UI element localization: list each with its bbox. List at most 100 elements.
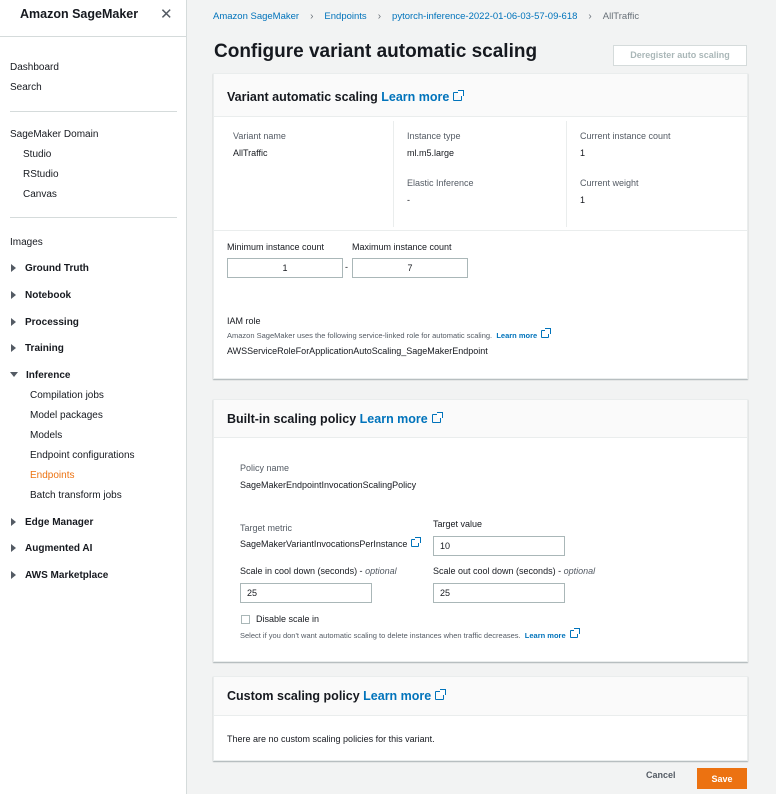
caret-right-icon [11, 571, 16, 579]
max-instance-count-label: Maximum instance count [352, 242, 452, 252]
sidebar-group-label: Notebook [25, 290, 72, 301]
card-title: Variant automatic scaling Learn more [227, 90, 465, 104]
target-metric-label: Target metric [240, 523, 293, 533]
sidebar-item-rstudio[interactable]: RStudio [23, 169, 59, 180]
caret-right-icon [11, 518, 16, 526]
card-title-text: Built-in scaling policy [227, 412, 357, 426]
scale-out-cooldown-label: Scale out cool down (seconds) - optional [433, 566, 595, 576]
external-link-icon [453, 90, 465, 101]
min-instance-count-input[interactable] [227, 258, 343, 278]
scale-in-cooldown-label: Scale in cool down (seconds) - optional [240, 566, 397, 576]
sidebar-group-label: Training [25, 343, 64, 354]
sidebar-group-aws-marketplace[interactable]: AWS Marketplace [11, 570, 108, 581]
iam-role-label: IAM role [227, 316, 261, 326]
learn-more-text: Learn more [381, 90, 450, 104]
chevron-right-icon: › [588, 11, 592, 22]
sidebar-item-dashboard[interactable]: Dashboard [10, 62, 59, 73]
sidebar-group-inference[interactable]: Inference [10, 370, 70, 381]
learn-more-link[interactable]: Learn more [359, 412, 443, 426]
current-instance-count-label: Current instance count [580, 131, 671, 141]
optional-tag: optional [365, 566, 397, 576]
learn-more-text: Learn more [359, 412, 428, 426]
card-header: Variant automatic scaling Learn more [214, 74, 747, 117]
custom-scaling-policy-card: Custom scaling policy Learn more There a… [213, 676, 748, 761]
min-instance-count-label: Minimum instance count [227, 242, 325, 252]
scale-in-cooldown-input[interactable] [240, 583, 372, 603]
cancel-button[interactable]: Cancel [646, 770, 676, 780]
caret-right-icon [11, 291, 16, 299]
caret-right-icon [11, 264, 16, 272]
sidebar-item-canvas[interactable]: Canvas [23, 189, 57, 200]
max-instance-count-input[interactable] [352, 258, 468, 278]
card-title-text: Custom scaling policy [227, 689, 360, 703]
caret-right-icon [11, 318, 16, 326]
policy-name-value: SageMakerEndpointInvocationScalingPolicy [240, 480, 417, 490]
sidebar-item-images[interactable]: Images [10, 237, 43, 248]
iam-learn-more-link[interactable]: Learn more [496, 328, 552, 340]
iam-role-value: AWSServiceRoleForApplicationAutoScaling_… [227, 346, 488, 356]
target-value-input[interactable] [433, 536, 565, 556]
sidebar-item-model-packages[interactable]: Model packages [30, 410, 103, 421]
breadcrumb-sagemaker-link[interactable]: Amazon SageMaker [213, 11, 299, 22]
sidebar-section-sagemaker-domain[interactable]: SageMaker Domain [10, 129, 98, 140]
breadcrumb-endpoints-link[interactable]: Endpoints [324, 11, 366, 22]
target-metric-link[interactable]: SageMakerVariantInvocationsPerInstance [240, 537, 422, 549]
target-metric-text: SageMakerVariantInvocationsPerInstance [240, 539, 408, 549]
optional-tag: optional [563, 566, 596, 576]
learn-more-text: Learn more [524, 631, 566, 640]
sidebar-item-search[interactable]: Search [10, 82, 42, 93]
sidebar-group-notebook[interactable]: Notebook [11, 290, 71, 301]
external-link-icon [541, 328, 552, 338]
sidebar-title[interactable]: Amazon SageMaker [20, 7, 138, 21]
breadcrumb-current: AllTraffic [602, 11, 640, 22]
sidebar-item-endpoints[interactable]: Endpoints [30, 470, 74, 481]
current-weight-value: 1 [580, 195, 586, 205]
policy-name-label: Policy name [240, 463, 290, 473]
page-title: Configure variant automatic scaling [214, 41, 538, 62]
custom-policies-empty-message: There are no custom scaling policies for… [227, 734, 435, 744]
elastic-inference-label: Elastic Inference [407, 178, 474, 188]
external-link-icon [569, 628, 580, 638]
current-weight-label: Current weight [580, 178, 639, 188]
external-link-icon [435, 689, 447, 700]
sidebar-item-compilation-jobs[interactable]: Compilation jobs [30, 390, 104, 401]
learn-more-link[interactable]: Learn more [381, 90, 465, 104]
instance-type-label: Instance type [407, 131, 461, 141]
disable-scale-in-label[interactable]: Disable scale in [256, 614, 319, 624]
sidebar-group-label: Ground Truth [25, 263, 89, 274]
sidebar-group-ground-truth[interactable]: Ground Truth [11, 263, 89, 274]
breadcrumb: Amazon SageMaker › Endpoints › pytorch-infer… [213, 11, 639, 22]
caret-right-icon [11, 544, 16, 552]
learn-more-text: Learn more [496, 331, 538, 340]
sidebar-group-label: AWS Marketplace [25, 570, 109, 581]
caret-right-icon [11, 344, 16, 352]
iam-role-description: Amazon SageMaker uses the following serv… [227, 328, 552, 340]
sidebar-item-endpoint-configurations[interactable]: Endpoint configurations [30, 450, 135, 461]
sidebar-group-augmented-ai[interactable]: Augmented AI [11, 543, 92, 554]
save-button[interactable]: Save [697, 768, 747, 789]
sidebar-group-processing[interactable]: Processing [11, 317, 79, 328]
sidebar-group-label: Edge Manager [25, 517, 94, 528]
disable-learn-more-link[interactable]: Learn more [524, 628, 580, 640]
sidebar-divider [10, 111, 177, 112]
sidebar-group-label: Processing [25, 317, 79, 328]
learn-more-link[interactable]: Learn more [363, 689, 447, 703]
column-divider [393, 121, 394, 227]
builtin-scaling-policy-card: Built-in scaling policy Learn more Polic… [213, 399, 748, 662]
variant-name-label: Variant name [233, 131, 286, 141]
sidebar-group-training[interactable]: Training [11, 343, 64, 354]
sidebar-item-batch-transform-jobs[interactable]: Batch transform jobs [30, 490, 122, 501]
sidebar-group-edge-manager[interactable]: Edge Manager [11, 517, 93, 528]
section-divider [214, 230, 747, 231]
scale-out-cooldown-input[interactable] [433, 583, 565, 603]
close-icon[interactable]: ✕ [160, 5, 173, 23]
external-link-icon [431, 412, 443, 423]
deregister-auto-scaling-button[interactable]: Deregister auto scaling [613, 45, 747, 66]
breadcrumb-endpoint-link[interactable]: pytorch-inference-2022-01-06-03-57-09-61… [392, 11, 577, 22]
sidebar-item-studio[interactable]: Studio [23, 149, 51, 160]
disable-scale-in-checkbox[interactable] [241, 615, 250, 624]
current-instance-count-value: 1 [580, 148, 586, 158]
sidebar-item-models[interactable]: Models [30, 430, 62, 441]
variant-scaling-card: Variant automatic scaling Learn more Var… [213, 73, 748, 379]
target-value-label: Target value [433, 519, 483, 529]
